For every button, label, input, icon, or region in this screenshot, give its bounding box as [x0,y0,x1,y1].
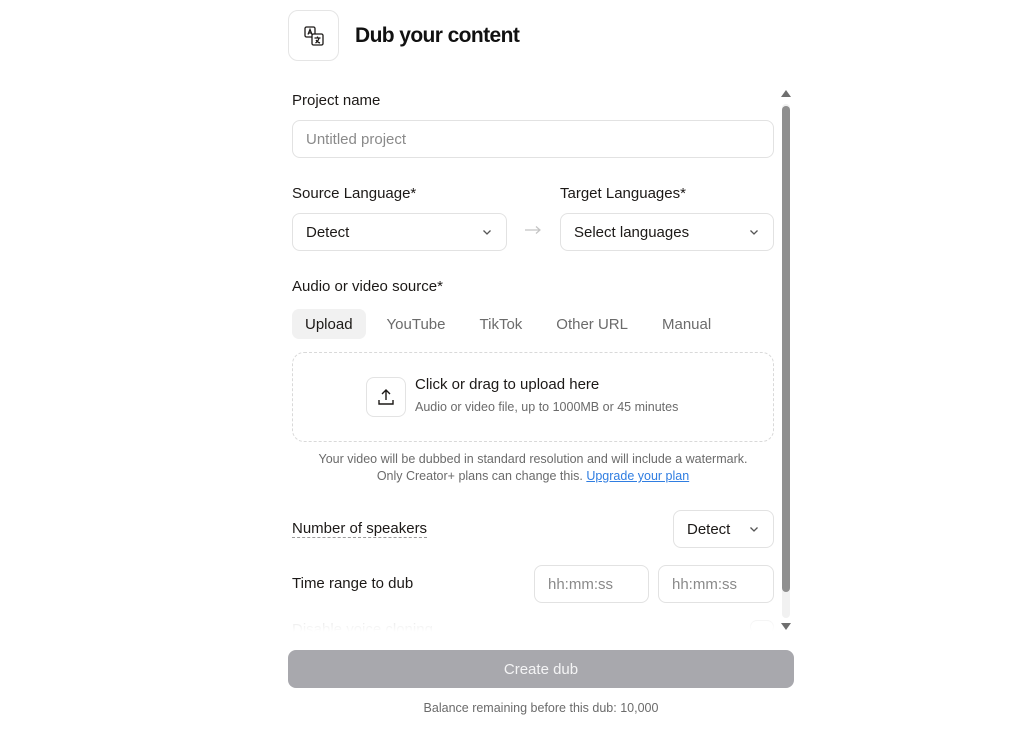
upload-icon-box [366,377,406,417]
chevron-down-icon [483,230,491,235]
speakers-value: Detect [687,520,731,538]
logo-box [288,10,339,61]
scroll-down-arrow[interactable] [781,623,791,630]
notice-line-2-text: Only Creator+ plans can change this. [376,469,583,483]
source-label: Audio or video source* [292,278,443,295]
project-name-input[interactable]: Untitled project [292,120,774,158]
time-start-placeholder: hh:mm:ss [548,575,614,593]
watermark-notice: Your video will be dubbed in standard re… [292,451,774,485]
chevron-down-icon [750,230,758,235]
time-start-input[interactable]: hh:mm:ss [534,565,649,603]
source-language-select[interactable]: Detect [292,213,507,251]
target-languages-select[interactable]: Select languages [560,213,774,251]
target-languages-label: Target Languages* [560,185,686,202]
form-scroll-area[interactable]: Project name Untitled project Source Lan… [292,88,774,636]
upload-title: Click or drag to upload here [415,376,600,393]
create-dub-button[interactable]: Create dub [288,650,794,688]
upload-dropzone[interactable]: Click or drag to upload here Audio or vi… [292,352,774,442]
notice-line-1: Your video will be dubbed in standard re… [318,452,748,466]
upload-subtitle: Audio or video file, up to 1000MB or 45 … [415,400,679,414]
tab-other-url[interactable]: Other URL [543,309,641,339]
time-end-input[interactable]: hh:mm:ss [658,565,774,603]
source-language-value: Detect [306,223,350,241]
tab-youtube[interactable]: YouTube [374,309,459,339]
tab-upload[interactable]: Upload [292,309,366,339]
speakers-select[interactable]: Detect [673,510,774,548]
upload-icon [378,389,394,405]
scroll-up-arrow[interactable] [781,90,791,97]
speakers-label-text: Number of speakers [292,520,428,538]
voice-cloning-label: Disable voice cloning [292,621,433,636]
source-language-label: Source Language* [292,185,417,202]
balance-text: Balance remaining before this dub: 10,00… [423,701,659,715]
tab-tiktok[interactable]: TikTok [467,309,536,339]
chevron-down-icon [750,527,758,532]
voice-cloning-toggle[interactable] [750,620,774,634]
speakers-label: Number of speakers [292,520,428,538]
project-name-placeholder: Untitled project [306,130,407,148]
form-scrollbar[interactable] [780,88,792,632]
scrollbar-thumb[interactable] [782,106,790,592]
time-end-placeholder: hh:mm:ss [672,575,738,593]
upgrade-plan-link[interactable]: Upgrade your plan [586,469,689,483]
time-range-label: Time range to dub [292,575,414,592]
page-header: Dub your content [288,10,520,61]
arrow-right-icon [525,226,541,234]
project-name-label: Project name [292,92,381,109]
translate-icon [303,25,324,46]
page-title: Dub your content [355,23,520,47]
tab-manual[interactable]: Manual [649,309,724,339]
source-tabs: Upload YouTube TikTok Other URL Manual [292,309,732,339]
notice-line-2: Only Creator+ plans can change this. Upg… [292,468,774,485]
target-languages-value: Select languages [574,223,690,241]
